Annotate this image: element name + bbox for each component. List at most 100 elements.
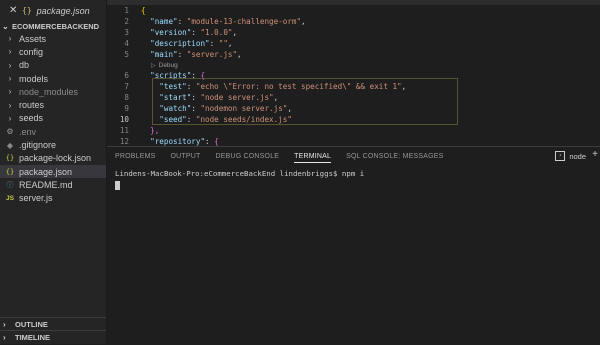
tree-item-label: routes — [19, 100, 45, 111]
file-readme[interactable]: ⓘ README.md — [0, 178, 106, 191]
panel-tabs: PROBLEMS OUTPUT DEBUG CONSOLE TERMINAL S… — [107, 147, 600, 165]
json-key: "description" — [150, 39, 210, 48]
folder-routes[interactable]: › routes — [0, 98, 106, 111]
line-number: 3 — [124, 28, 129, 37]
json-value: "node seeds/index.js" — [195, 115, 292, 124]
gear-icon: ⚙ — [6, 127, 14, 137]
json-key: "seed" — [159, 115, 187, 124]
chevron-right-icon: › — [3, 333, 6, 342]
tree-item-label: db — [19, 60, 30, 71]
json-value: "nodemon server.js" — [200, 104, 288, 113]
folder-config[interactable]: › config — [0, 45, 106, 58]
add-terminal-icon[interactable]: + — [592, 149, 598, 160]
tab-sql-console[interactable]: SQL CONSOLE: MESSAGES — [346, 147, 443, 165]
code-line: 7 "test": "echo \"Error: no test specifi… — [107, 81, 600, 92]
outline-title: OUTLINE — [15, 320, 48, 329]
folder-assets[interactable]: › Assets — [0, 32, 106, 45]
line-number: 5 — [124, 50, 129, 59]
chevron-down-icon: ⌄ — [2, 21, 9, 31]
code-line: 12 "repository": { — [107, 136, 600, 146]
terminal-line: Lindens-MacBook-Pro:eCommerceBackEnd lin… — [115, 169, 365, 178]
code-line: 3 "version": "1.0.0", — [107, 27, 600, 38]
git-icon: ◆ — [6, 140, 14, 150]
line-number: 8 — [124, 93, 129, 102]
tree-item-label: models — [19, 73, 49, 84]
json-value: "echo \"Error: no test specified\" && ex… — [195, 82, 402, 91]
code-editor[interactable]: 1{ 2 "name": "module-13-challenge-orm", … — [107, 0, 600, 146]
tab-debug-console[interactable]: DEBUG CONSOLE — [215, 147, 279, 165]
folder-models[interactable]: › models — [0, 72, 106, 85]
terminal-cursor — [115, 181, 120, 190]
code-line: 9 "watch": "nodemon server.js", — [107, 103, 600, 114]
tree-item-label: config — [19, 46, 44, 57]
chevron-right-icon: › — [3, 320, 6, 329]
debug-codelens[interactable]: ▷ Debug — [107, 60, 600, 70]
codelens-label: Debug — [158, 61, 178, 69]
tree-item-label: node_modules — [19, 86, 79, 97]
close-icon[interactable]: ✕ — [9, 5, 19, 16]
chevron-right-icon: › — [8, 47, 12, 57]
json-key: "name" — [150, 17, 178, 26]
line-number: 10 — [119, 115, 129, 124]
explorer-sidebar: ✕ {} package.json ⌄ ECOMMERCEBACKEND › As… — [0, 0, 107, 344]
json-value: "server.js" — [186, 50, 238, 59]
code-line: 11 }, — [107, 125, 600, 136]
line-number: 2 — [124, 17, 129, 26]
json-value: "" — [218, 39, 228, 48]
terminal-output[interactable]: Lindens-MacBook-Pro:eCommerceBackEnd lin… — [115, 169, 364, 192]
outline-section[interactable]: › OUTLINE — [0, 317, 106, 331]
terminal-selector[interactable]: › node — [555, 150, 586, 162]
folder-seeds[interactable]: › seeds — [0, 112, 106, 125]
project-header[interactable]: ⌄ ECOMMERCEBACKEND — [0, 20, 106, 32]
tree-item-label: package.json — [19, 166, 73, 177]
folder-node-modules[interactable]: › node_modules — [0, 85, 106, 98]
code-line: 6 "scripts": { — [107, 70, 600, 81]
json-key: "test" — [159, 82, 187, 91]
timeline-section[interactable]: › TIMELINE — [0, 330, 106, 344]
code-line: 2 "name": "module-13-challenge-orm", — [107, 16, 600, 27]
file-server-js[interactable]: JS server.js — [0, 192, 106, 205]
code-area[interactable]: 1{ 2 "name": "module-13-challenge-orm", … — [107, 5, 600, 146]
json-key: "main" — [150, 50, 178, 59]
brace: { — [214, 137, 219, 146]
json-key: "watch" — [159, 104, 192, 113]
tree-item-label: .env — [19, 126, 37, 137]
code-line: 1{ — [107, 5, 600, 16]
chevron-right-icon: › — [8, 100, 12, 110]
file-tree: › Assets › config › db › models › node_module… — [0, 32, 106, 205]
json-key: "start" — [159, 93, 192, 102]
tab-problems[interactable]: PROBLEMS — [115, 147, 156, 165]
folder-db[interactable]: › db — [0, 59, 106, 72]
tree-item-label: Assets — [19, 33, 47, 44]
tab-output[interactable]: OUTPUT — [171, 147, 201, 165]
brace: { — [200, 71, 206, 80]
json-value: "node server.js" — [200, 93, 274, 102]
tab-terminal[interactable]: TERMINAL — [294, 147, 332, 165]
open-editor-item[interactable]: ✕ {} package.json — [0, 3, 106, 18]
file-package-json[interactable]: {} package.json — [0, 164, 106, 179]
timeline-title: TIMELINE — [15, 333, 50, 342]
line-number: 11 — [119, 126, 129, 135]
json-braces-icon: {} — [5, 154, 15, 163]
file-package-lock-json[interactable]: {} package-lock.json — [0, 152, 106, 165]
tree-item-label: .gitignore — [19, 140, 57, 151]
tree-item-label: package-lock.json — [19, 153, 92, 164]
json-key: "scripts" — [150, 71, 192, 80]
chevron-right-icon: › — [8, 60, 12, 70]
file-gitignore[interactable]: ◆ .gitignore — [0, 138, 106, 151]
line-number: 4 — [124, 39, 129, 48]
chevron-right-icon: › — [8, 87, 12, 97]
json-value: "module-13-challenge-orm" — [186, 17, 302, 26]
json-key: "repository" — [150, 137, 206, 146]
code-line: 8 "start": "node server.js", — [107, 92, 600, 103]
json-braces-icon: {} — [22, 6, 32, 15]
file-env[interactable]: ⚙ .env — [0, 125, 106, 138]
json-key: "version" — [150, 28, 192, 37]
line-number: 12 — [119, 137, 129, 146]
json-braces-icon: {} — [5, 167, 15, 176]
info-icon: ⓘ — [6, 181, 14, 189]
chevron-right-icon: › — [8, 113, 12, 123]
tree-item-label: README.md — [19, 179, 73, 190]
line-number: 7 — [124, 82, 129, 91]
chevron-right-icon: › — [8, 74, 12, 84]
